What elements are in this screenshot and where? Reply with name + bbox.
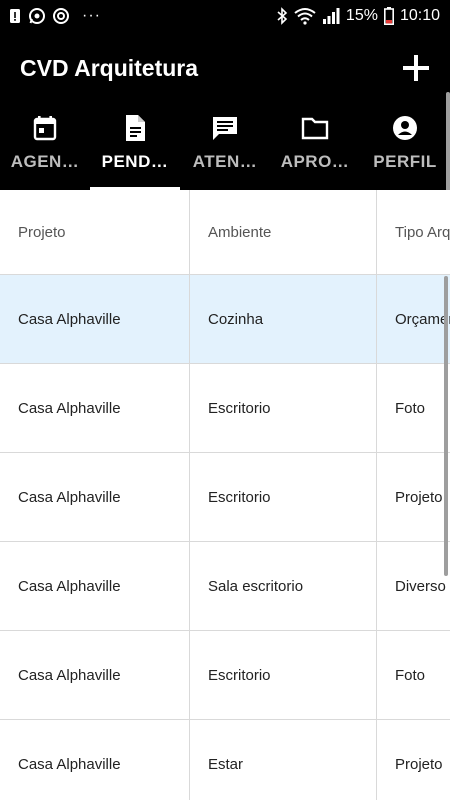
tab-agenda[interactable]: AGEN…	[0, 104, 90, 190]
column-header-projeto[interactable]: Projeto	[0, 190, 190, 274]
table-header-row: Projeto Ambiente Tipo Arq	[0, 190, 450, 275]
column-header-tipo-arquivo[interactable]: Tipo Arq	[377, 190, 450, 274]
cell-ambiente: Escritorio	[190, 631, 377, 719]
status-bar-left: ···	[8, 7, 101, 25]
cell-tipo-arquivo: Orçamen	[395, 310, 450, 328]
cell-ambiente: Sala escritorio	[190, 542, 377, 630]
cell-tipo-arquivo: Diverso	[395, 577, 446, 595]
cell-projeto: Casa Alphaville	[0, 364, 190, 452]
bluetooth-icon	[276, 7, 288, 25]
battery-percent: 15%	[345, 7, 378, 24]
cell-projeto: Casa Alphaville	[0, 631, 190, 719]
table-scrollbar[interactable]	[444, 276, 448, 576]
alert-icon	[8, 8, 22, 24]
pending-table[interactable]: Projeto Ambiente Tipo Arq Casa Alphavill…	[0, 190, 450, 800]
plus-icon	[403, 55, 429, 81]
add-button[interactable]	[398, 50, 434, 86]
tab-atendimento-label: ATEN…	[192, 152, 258, 171]
tab-scroll-indicator	[446, 92, 450, 192]
battery-icon	[383, 7, 394, 25]
cell-projeto: Casa Alphaville	[0, 720, 190, 800]
calendar-icon	[31, 114, 59, 142]
folder-icon	[301, 114, 329, 142]
cell-tipo-arquivo: Projeto	[395, 755, 443, 773]
table-row[interactable]: Casa Alphaville Escritorio Foto	[0, 364, 450, 453]
table-row[interactable]: Casa Alphaville Cozinha Orçamen	[0, 275, 450, 364]
wifi-icon	[294, 7, 316, 25]
cell-tipo-arquivo: Projeto	[395, 488, 443, 506]
cell-ambiente: Estar	[190, 720, 377, 800]
cell-ambiente: Escritorio	[190, 453, 377, 541]
cell-ambiente: Cozinha	[190, 275, 377, 363]
clock: 10:10	[399, 7, 440, 24]
column-header-ambiente[interactable]: Ambiente	[190, 190, 377, 274]
tab-bar: AGEN… PEND… ATEN… APRO… PERFIL	[0, 104, 450, 190]
cell-tipo-arquivo: Foto	[395, 399, 426, 417]
status-bar-right: 15% 10:10	[276, 7, 440, 25]
status-bar: ··· 15% 10:10	[0, 0, 450, 32]
cell-projeto: Casa Alphaville	[0, 275, 190, 363]
tab-aprovacao[interactable]: APRO…	[270, 104, 360, 190]
cell-projeto: Casa Alphaville	[0, 542, 190, 630]
cell-projeto: Casa Alphaville	[0, 453, 190, 541]
tab-perfil-label: PERFIL	[373, 152, 437, 171]
app-bar: CVD Arquitetura	[0, 32, 450, 104]
cell-ambiente: Escritorio	[190, 364, 377, 452]
tab-atendimento[interactable]: ATEN…	[180, 104, 270, 190]
tab-perfil[interactable]: PERFIL	[360, 104, 450, 190]
app-title: CVD Arquitetura	[20, 54, 199, 81]
cell-tipo-arquivo: Foto	[395, 666, 426, 684]
tab-pendencias-label: PEND…	[101, 152, 169, 171]
tab-aprovacao-label: APRO…	[280, 152, 350, 171]
table-row[interactable]: Casa Alphaville Escritorio Projeto	[0, 453, 450, 542]
more-notifications: ···	[82, 7, 101, 24]
table-row[interactable]: Casa Alphaville Sala escritorio Diverso	[0, 542, 450, 631]
tab-pendencias[interactable]: PEND…	[90, 104, 180, 190]
chat-icon	[211, 114, 239, 142]
signal-icon	[322, 8, 340, 24]
whatsapp-icon	[28, 7, 46, 25]
sync-icon	[52, 7, 70, 25]
table-row[interactable]: Casa Alphaville Escritorio Foto	[0, 631, 450, 720]
account-icon	[391, 114, 419, 142]
table-row[interactable]: Casa Alphaville Estar Projeto	[0, 720, 450, 800]
tab-agenda-label: AGEN…	[10, 152, 80, 171]
document-icon	[121, 114, 149, 142]
